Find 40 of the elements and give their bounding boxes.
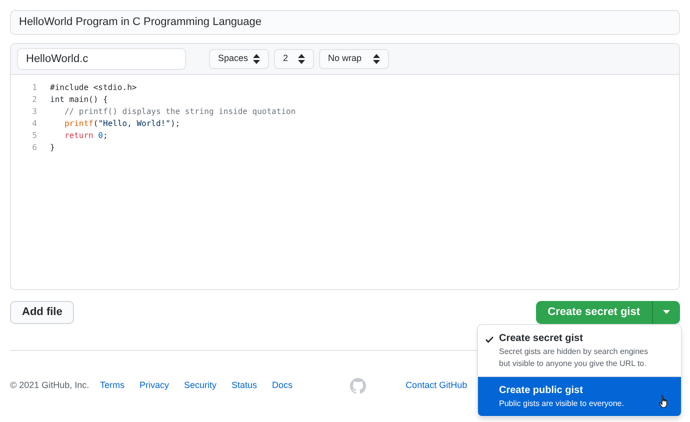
up-down-caret-icon xyxy=(298,54,305,64)
line-number: 4 xyxy=(31,118,37,130)
footer-link[interactable]: Terms xyxy=(100,378,124,392)
code-line: int main() { xyxy=(50,94,108,106)
dropdown-button[interactable] xyxy=(653,300,680,324)
check-icon xyxy=(485,336,494,343)
footer-link[interactable]: Contact GitHub xyxy=(406,378,468,392)
line-number: 2 xyxy=(31,94,37,106)
select-dropdown[interactable]: 2 xyxy=(274,48,314,68)
footer-link[interactable]: Docs xyxy=(272,378,293,392)
footer-link[interactable]: Status xyxy=(232,378,258,392)
select-dropdown[interactable]: No wrap xyxy=(319,48,389,68)
menu-item-title: Create public gist xyxy=(499,384,584,398)
add-file-button[interactable]: Add file xyxy=(10,300,74,324)
description-field[interactable]: HelloWorld Program in C Programming Language xyxy=(10,10,680,34)
caret-down-icon xyxy=(663,310,670,314)
code-line: } xyxy=(50,142,55,154)
menu-item-description: Public gists are visible to everyone. xyxy=(499,398,624,410)
menu-item-title: Create secret gist xyxy=(499,332,584,346)
menu-item-description: Secret gists are hidden by search engines but visible to anyone you give the URL to. xyxy=(499,346,649,370)
up-down-caret-icon xyxy=(253,54,260,64)
line-number: 3 xyxy=(31,106,37,118)
select-dropdown[interactable]: Spaces xyxy=(209,48,269,68)
footer-link[interactable]: Security xyxy=(184,378,217,392)
up-down-caret-icon xyxy=(373,54,380,64)
create-gist-button[interactable]: Create secret gist xyxy=(536,300,653,324)
line-number: 6 xyxy=(31,142,37,154)
line-number: 1 xyxy=(31,82,37,94)
github-logo-icon[interactable] xyxy=(350,378,366,394)
code-line: // printf() displays the string inside quotation xyxy=(63,106,296,118)
hand-pointer-icon xyxy=(659,395,669,408)
code-line: #include <stdio.h> xyxy=(50,82,137,94)
line-number: 5 xyxy=(31,130,37,142)
footer-link[interactable]: Privacy xyxy=(140,378,170,392)
menu-item[interactable]: Create public gist Public gists are visible to everyone. xyxy=(478,377,681,416)
copyright-text: © 2021 GitHub, Inc. xyxy=(10,378,90,392)
menu-item[interactable]: Create secret gist Secret gists are hidden by search engines but visible to anyone you give the URL to. xyxy=(478,325,681,377)
code-line: return 0; xyxy=(63,130,108,142)
code-line: printf("Hello, World!"); xyxy=(63,118,180,130)
filename-field[interactable]: HelloWorld.c xyxy=(17,48,186,70)
